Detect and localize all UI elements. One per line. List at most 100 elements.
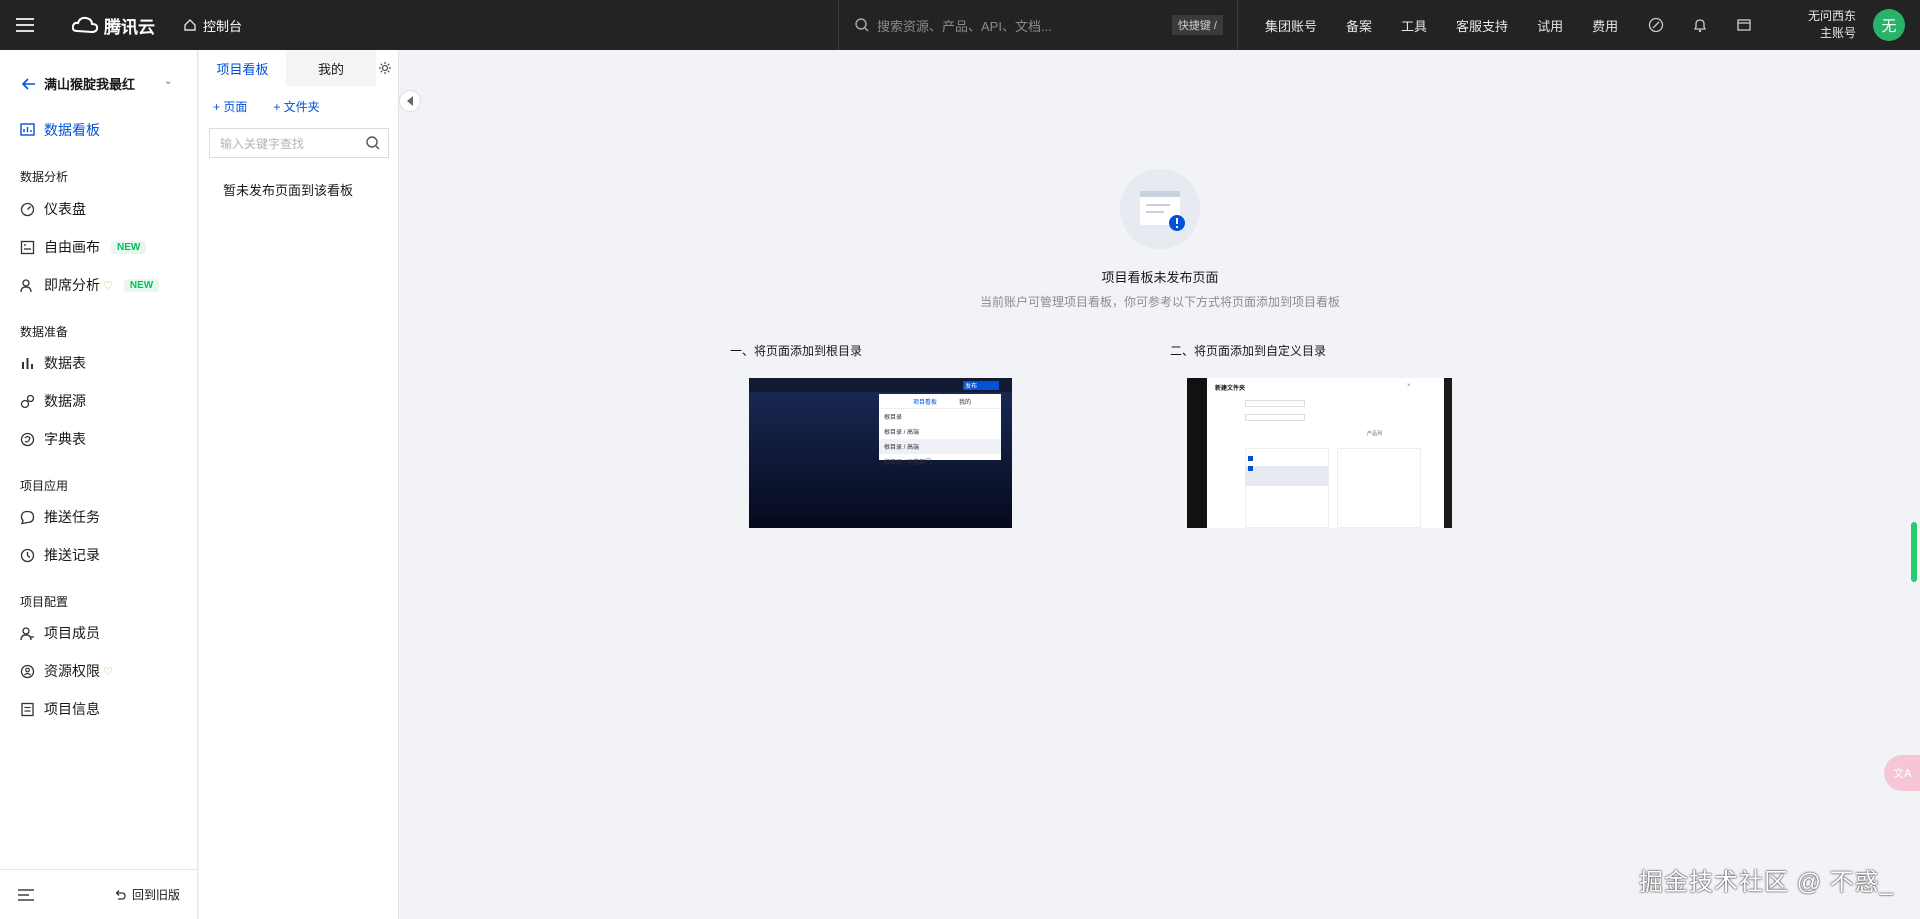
search-placeholder: 输入关键字查找 [220,136,305,151]
mini-dialog: 新建文件夹 × 产品列 [1207,378,1444,528]
history-icon [20,548,35,562]
nav-support[interactable]: 客服支持 [1456,16,1508,35]
cloud-icon [72,16,98,34]
console-label: 控制台 [203,18,243,34]
canvas-icon [20,240,35,254]
empty-state-title: 项目看板未发布页面 [1101,270,1219,285]
top-icons [1648,0,1752,50]
collapse-menu-icon[interactable] [18,888,34,901]
sidebar-item-label: 数据源 [44,393,86,409]
bell-icon[interactable] [1692,17,1708,33]
sidebar-item-label: 推送记录 [44,547,100,563]
home-icon [184,19,196,31]
dashboard-icon [20,122,35,136]
gear-icon[interactable] [378,61,392,75]
permission-icon [20,664,35,678]
sidebar-item-panel[interactable]: 仪表盘 [20,199,86,219]
nav-tools[interactable]: 工具 [1401,16,1427,35]
back-arrow-icon[interactable] [22,77,36,90]
watermark: 掘金技术社区 @ 不惑_ [1638,869,1894,896]
nav-group-account[interactable]: 集团账号 [1265,16,1317,35]
top-nav: 集团账号 备案 工具 客服支持 试用 费用 [1265,0,1647,50]
add-folder-button[interactable]: + 文件夹 [273,98,319,115]
mini-row: 根目录 / 运营部门 [884,460,932,466]
chat-bubble-icon [20,510,35,524]
gauge-icon [20,202,35,216]
add-page-button[interactable]: + 页面 [213,98,247,115]
dictionary-icon [20,432,35,446]
guide-custom-title: 二、将页面添加到自定义目录 [1170,344,1327,358]
guide-root-screenshot: 发布 项目看板 我的 根目录 根目录 / 高端 根目录 / 高端 根目录 / 运… [749,378,1012,528]
vip-icon: ♡ [103,665,113,678]
collapse-panel-button[interactable] [399,90,421,112]
tab-mine[interactable]: 我的 [286,50,376,86]
board-tabs: 项目看板 我的 [199,50,399,86]
mini-column-label: 产品列 [1367,431,1383,437]
group-apps: 项目应用 [20,479,69,493]
undo-icon [115,889,126,900]
back-to-old-version[interactable]: 回到旧版 [114,886,180,903]
translate-float-button[interactable]: 文A [1884,755,1920,791]
sidebar-item-label: 项目成员 [44,625,100,641]
group-prep: 数据准备 [20,325,69,339]
sidebar-footer: 回到旧版 [0,869,198,919]
search-icon[interactable] [366,136,380,150]
sidebar-item-info[interactable]: 项目信息 [20,699,100,719]
project-selector[interactable]: 满山猴腚我最红 ⌄ [22,74,172,93]
nav-billing[interactable]: 费用 [1592,16,1618,35]
sidebar-item-label: 字典表 [44,431,86,447]
mini-row: 根目录 [884,415,903,421]
sidebar-item-members[interactable]: 项目成员 [20,623,100,643]
board-search-input[interactable]: 输入关键字查找 [209,128,389,158]
sidebar-item-dict[interactable]: 字典表 [20,429,86,449]
new-badge: NEW [111,240,147,254]
mini-close-icon: × [1407,383,1411,389]
shortcut-hint: 快捷键 / [1171,15,1223,35]
sidebar-item-push-log[interactable]: 推送记录 [20,545,100,565]
sidebar-item-canvas[interactable]: 自由画布 NEW [20,237,147,257]
avatar[interactable]: 无 [1873,9,1905,41]
add-actions: + 页面 + 文件夹 [213,98,320,115]
mini-row: 根目录 / 高端 [879,439,1001,454]
wallet-icon[interactable] [1736,17,1752,33]
guide-root-title: 一、将页面添加到根目录 [730,344,863,358]
mini-tab-mine: 我的 [959,400,972,406]
brand-name: 腾讯云 [104,17,155,37]
project-name: 满山猴腚我最红 [44,77,136,92]
global-search[interactable]: 搜索资源、产品、API、文档... 快捷键 / [838,0,1238,50]
scroll-indicator[interactable] [1911,522,1917,582]
data-source-icon [20,394,35,408]
mini-dialog-title: 新建文件夹 [1215,386,1246,392]
sidebar-item-permissions[interactable]: 资源权限 ♡ [20,661,113,681]
sidebar-item-table[interactable]: 数据表 [20,353,86,373]
mini-row: 根目录 / 高端 [884,430,920,436]
empty-board-text: 暂未发布页面到该看板 [223,183,354,198]
svg-text:文A: 文A [1893,766,1911,780]
document-icon [21,702,34,716]
account-info[interactable]: 无问西东 主账号 [1808,8,1856,42]
empty-state-icon [1120,169,1200,249]
search-icon [855,18,869,32]
chevron-down-icon: ⌄ [164,76,173,87]
console-link[interactable]: 控制台 [183,16,242,35]
link-icon[interactable] [1648,17,1664,33]
caret-left-icon [407,96,413,106]
board-panel: 项目看板 我的 + 页面 + 文件夹 输入关键字查找 暂未发布页面到该看板 [199,50,399,919]
nav-trial[interactable]: 试用 [1537,16,1563,35]
sidebar-item-label: 推送任务 [44,509,100,525]
sidebar-item-push-task[interactable]: 推送任务 [20,507,100,527]
brand-logo[interactable]: 腾讯云 [72,13,155,38]
members-icon [20,626,34,640]
sidebar-item-source[interactable]: 数据源 [20,391,86,411]
sidebar-item-label: 数据看板 [44,122,100,138]
sidebar-item-label: 仪表盘 [44,201,86,217]
account-type: 主账号 [1819,26,1856,40]
sidebar-item-dashboard[interactable]: 数据看板 [20,120,100,140]
nav-filing[interactable]: 备案 [1346,16,1372,35]
group-config: 项目配置 [20,595,69,609]
hamburger-menu-button[interactable] [0,0,50,50]
tab-project-board[interactable]: 项目看板 [199,50,286,86]
document-alert-icon [1140,191,1185,231]
account-name: 无问西东 [1807,9,1856,23]
back-old-label: 回到旧版 [131,888,180,902]
